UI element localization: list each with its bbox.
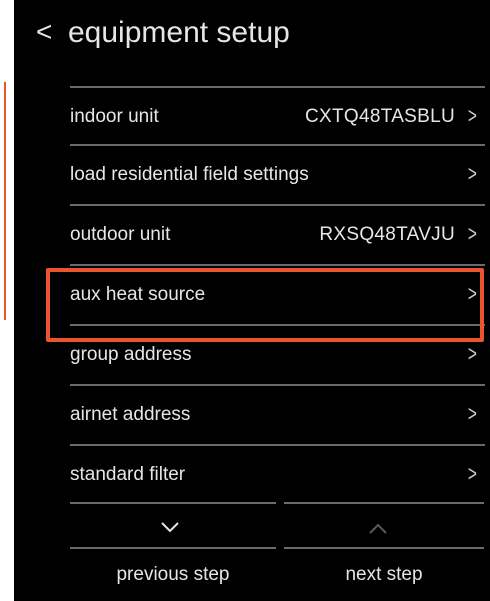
chevron-right-icon: > xyxy=(468,461,478,486)
list-item-label: load residential field settings xyxy=(70,164,309,185)
list-item-value: RXSQ48TAVJU xyxy=(319,224,455,245)
header: < equipment setup xyxy=(14,0,490,64)
chevron-right-icon: > xyxy=(468,221,478,246)
list-item-value: CXTQ48TASBLU xyxy=(304,106,455,127)
footer-divider xyxy=(284,502,484,504)
chevron-right-icon: > xyxy=(468,103,478,128)
footer-divider xyxy=(70,547,276,549)
list-item-airnet-address[interactable]: airnet address > xyxy=(70,384,485,444)
chevron-right-icon: > xyxy=(468,401,478,426)
thermostat-screen: < equipment setup indoor unit CXTQ48TASB… xyxy=(14,0,490,601)
back-chevron-icon[interactable]: < xyxy=(36,12,52,52)
list-item-load-residential-field-settings[interactable]: load residential field settings > xyxy=(70,144,485,204)
list-item-standard-filter[interactable]: standard filter > xyxy=(70,444,485,504)
list-item-label: outdoor unit xyxy=(70,224,171,245)
footer-divider xyxy=(70,502,276,504)
chevron-right-icon: > xyxy=(468,341,478,366)
selection-highlight xyxy=(46,268,484,342)
chevron-right-icon: > xyxy=(468,161,478,186)
highlight-edge-mark xyxy=(0,82,6,320)
previous-step-button[interactable]: previous step xyxy=(70,558,276,592)
list-item-indoor-unit[interactable]: indoor unit CXTQ48TASBLU > xyxy=(70,86,485,144)
list-item-label: standard filter xyxy=(70,464,186,485)
next-step-button[interactable]: next step xyxy=(284,558,484,592)
chevron-down-icon[interactable] xyxy=(159,516,181,538)
list-item-outdoor-unit[interactable]: outdoor unit RXSQ48TAVJU > xyxy=(70,204,485,264)
footer-divider xyxy=(284,547,484,549)
list-item-label: indoor unit xyxy=(70,106,159,127)
list-item-label: airnet address xyxy=(70,404,191,425)
list-item-label: group address xyxy=(70,344,192,365)
chevron-up-icon xyxy=(369,523,387,534)
page-title: equipment setup xyxy=(68,16,290,49)
